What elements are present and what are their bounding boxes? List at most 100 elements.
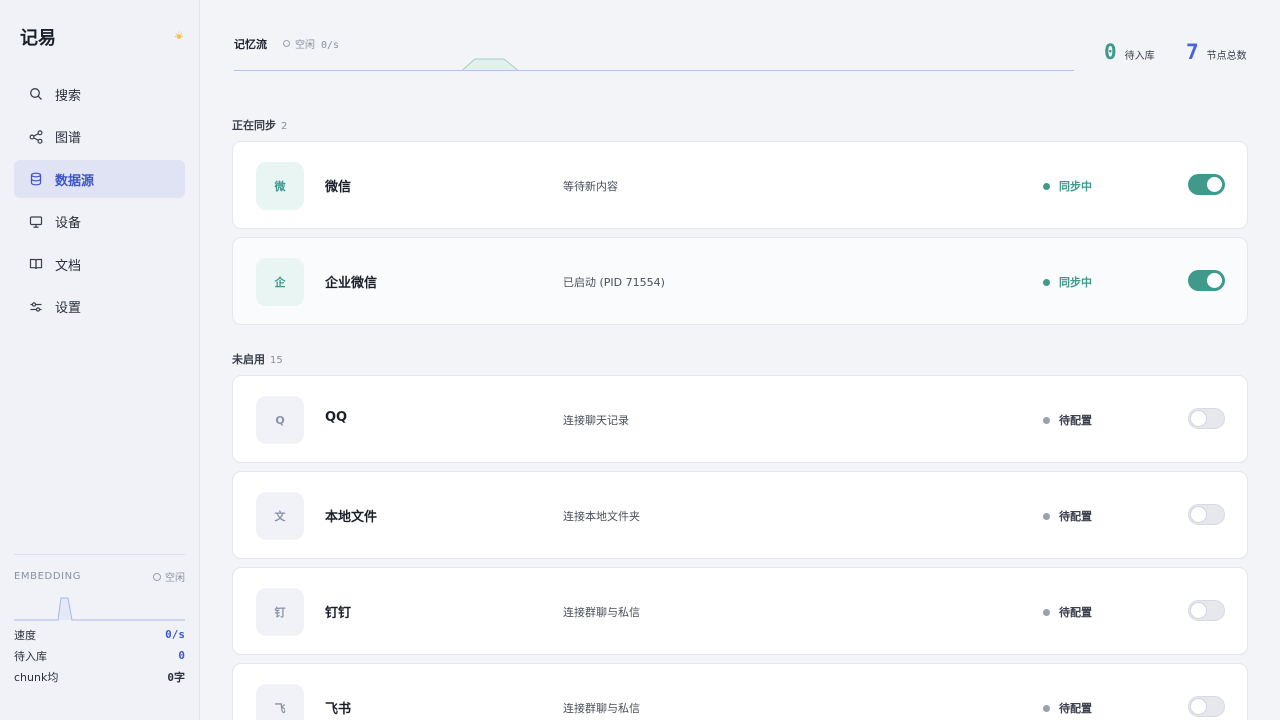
toggle-knob (1207, 177, 1222, 192)
source-status: 同步中 (1043, 274, 1092, 290)
source-desc: 连接群聊与私信 (563, 702, 640, 715)
sidebar-item-datasource[interactable]: 数据源 (14, 160, 185, 198)
source-name: 本地文件 (325, 510, 378, 525)
source-status: 待配置 (1043, 700, 1092, 716)
sidebar-item-label: 设置 (55, 301, 82, 316)
source-toggle[interactable] (1188, 174, 1225, 195)
section-syncing-label: 正在同步 (232, 119, 276, 132)
source-card-wechat[interactable]: 微 微信 等待新内容 同步中 (232, 141, 1248, 229)
source-logo: Q (256, 396, 304, 444)
sidebar-item-label: 设备 (55, 216, 82, 231)
toggle-knob (1191, 411, 1206, 426)
status-dot-icon (1043, 278, 1050, 286)
share-graph-icon (29, 129, 43, 144)
source-card-dingtalk[interactable]: 钉 钉钉 连接群聊与私信 待配置 (232, 567, 1248, 655)
toggle-knob (1207, 273, 1222, 288)
app-title: 记易 (20, 28, 56, 49)
sidebar-item-search[interactable]: 搜索 (14, 75, 185, 113)
source-desc: 已启动 (PID 71554) (563, 276, 665, 289)
source-name: 企业微信 (325, 276, 378, 291)
sliders-icon (29, 300, 43, 314)
source-logo: 文 (256, 492, 304, 540)
status-dot-icon (1043, 182, 1050, 190)
source-status-label: 待配置 (1059, 510, 1092, 523)
source-toggle[interactable] (1188, 696, 1225, 717)
embedding-pending-row: 待入库 0 (14, 645, 185, 666)
source-status-label: 待配置 (1059, 702, 1092, 715)
nodes-count: 7 (1186, 40, 1199, 64)
source-card-local-files[interactable]: 文 本地文件 连接本地文件夹 待配置 (232, 471, 1248, 559)
source-name: 飞书 (325, 702, 352, 717)
theme-toggle-icon[interactable] (174, 31, 184, 41)
source-name: 微信 (325, 180, 352, 195)
sidebar-nav: 搜索 图谱 数据源 设备 文档 设置 (14, 75, 185, 330)
sidebar: 记易 搜索 图谱 数据源 设备 文档 设置 EMBEDDING 空闲 速度 0/… (0, 0, 200, 720)
source-desc: 连接聊天记录 (563, 414, 629, 427)
main-content: 记忆流 空闲 0/s 0 待入库 7 节点总数 正在同步 2 微 微信 等待新内容… (200, 0, 1280, 720)
embedding-panel: EMBEDDING 空闲 速度 0/s 待入库 0 chunk均 0字 (14, 554, 185, 687)
pending-stat: 0 待入库 (1104, 40, 1155, 64)
embedding-pending-value: 0 (178, 649, 185, 662)
source-toggle[interactable] (1188, 504, 1225, 525)
source-card-qq[interactable]: Q QQ 连接聊天记录 待配置 (232, 375, 1248, 463)
memory-flow-sparkline (234, 58, 1074, 71)
source-desc: 连接群聊与私信 (563, 606, 640, 619)
status-dot-icon (1043, 704, 1050, 712)
sidebar-item-docs[interactable]: 文档 (14, 245, 185, 283)
source-name: QQ (325, 410, 348, 425)
source-toggle[interactable] (1188, 408, 1225, 429)
source-desc: 连接本地文件夹 (563, 510, 640, 523)
pending-count: 0 (1104, 40, 1117, 64)
source-toggle[interactable] (1188, 270, 1225, 291)
sidebar-item-devices[interactable]: 设备 (14, 203, 185, 241)
section-syncing-title: 正在同步 2 (232, 117, 287, 133)
source-status-label: 同步中 (1059, 180, 1092, 193)
embedding-pending-label: 待入库 (14, 649, 47, 663)
sidebar-item-label: 文档 (55, 258, 82, 274)
sidebar-item-graph[interactable]: 图谱 (14, 118, 185, 156)
source-toggle[interactable] (1188, 600, 1225, 621)
embedding-title: EMBEDDING (14, 571, 82, 582)
source-card-wecom[interactable]: 企 企业微信 已启动 (PID 71554) 同步中 (232, 237, 1248, 325)
embedding-chunk-row: chunk均 0字 (14, 666, 185, 687)
toggle-knob (1191, 699, 1206, 714)
section-disabled-label: 未启用 (232, 353, 265, 366)
toggle-knob (1191, 507, 1206, 522)
source-status: 待配置 (1043, 604, 1092, 620)
source-name: 钉钉 (325, 606, 352, 621)
source-status-label: 同步中 (1059, 276, 1092, 289)
sidebar-item-label: 数据源 (55, 173, 95, 189)
embedding-status-label: 空闲 (165, 573, 185, 584)
section-disabled-title: 未启用 15 (232, 351, 283, 367)
source-logo: 飞 (256, 684, 304, 720)
source-status-label: 待配置 (1059, 414, 1092, 427)
embedding-chunk-value: 0字 (167, 670, 185, 684)
idle-ring-icon (283, 40, 290, 47)
search-icon (29, 87, 43, 101)
memory-flow-title: 记忆流 (234, 38, 267, 51)
source-logo: 微 (256, 162, 304, 210)
memory-flow-status: 空闲 0/s (283, 36, 339, 51)
idle-ring-icon (153, 572, 161, 581)
source-logo: 企 (256, 258, 304, 306)
section-disabled-count: 15 (270, 355, 283, 366)
memory-flow-status-label: 空闲 0/s (295, 40, 340, 51)
embedding-chunk-label: chunk均 (14, 670, 59, 684)
source-desc: 等待新内容 (563, 180, 618, 193)
nodes-label: 节点总数 (1206, 51, 1247, 62)
monitor-icon (29, 215, 43, 229)
sidebar-item-settings[interactable]: 设置 (14, 288, 185, 326)
section-syncing-count: 2 (281, 121, 288, 132)
embedding-speed-value: 0/s (165, 628, 185, 641)
source-status-label: 待配置 (1059, 606, 1092, 619)
source-card-feishu[interactable]: 飞 飞书 连接群聊与私信 待配置 (232, 663, 1248, 720)
embedding-status: 空闲 (153, 569, 185, 584)
sidebar-item-label: 搜索 (55, 88, 82, 104)
embedding-sparkline (14, 597, 185, 621)
sidebar-item-label: 图谱 (55, 131, 82, 146)
source-status: 待配置 (1043, 508, 1092, 524)
pending-label: 待入库 (1124, 51, 1155, 62)
status-dot-icon (1043, 512, 1050, 520)
embedding-speed-label: 速度 (14, 628, 36, 642)
source-status: 待配置 (1043, 412, 1092, 428)
